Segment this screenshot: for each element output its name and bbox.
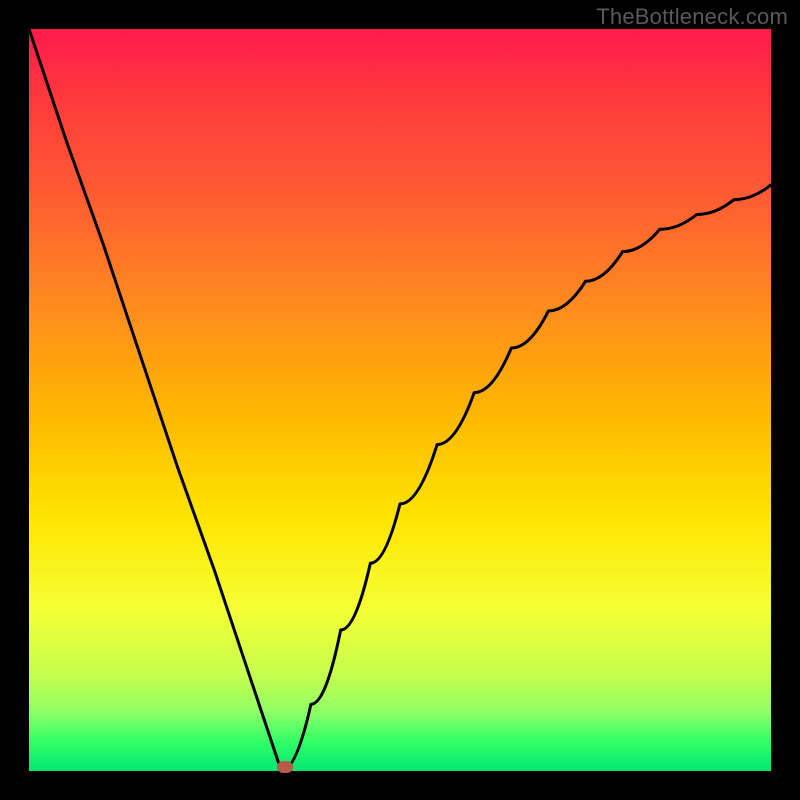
bottleneck-marker <box>277 761 293 773</box>
plot-area <box>29 29 771 771</box>
chart-frame: TheBottleneck.com <box>0 0 800 800</box>
bottleneck-curve <box>29 29 771 771</box>
watermark-text: TheBottleneck.com <box>596 4 788 30</box>
